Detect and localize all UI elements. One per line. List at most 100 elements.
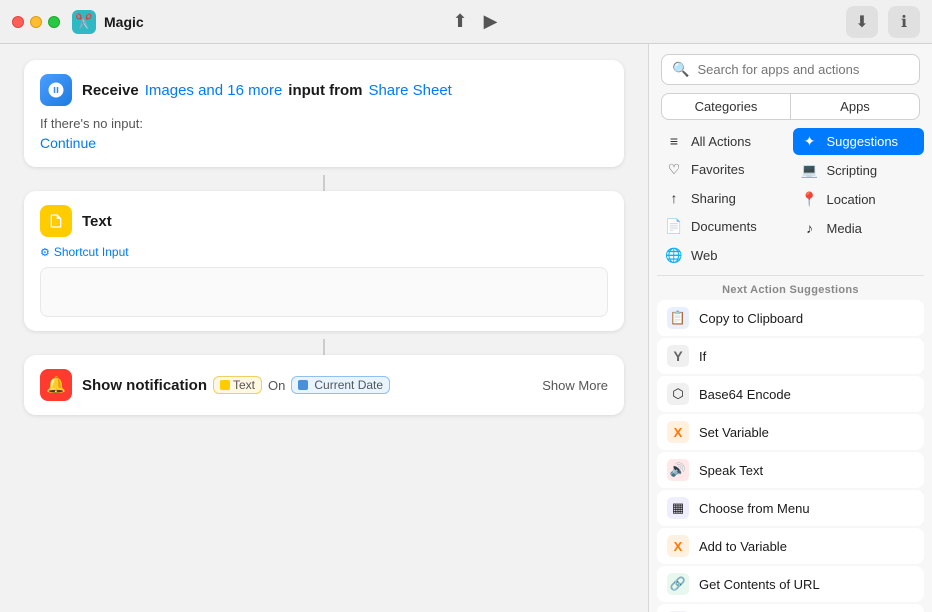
search-input[interactable]: [697, 62, 909, 77]
title-actions: ⬆ ▶: [453, 11, 498, 32]
receive-card: Receive Images and 16 more input from Sh…: [24, 60, 624, 167]
suggestion-copy-to-clipboard[interactable]: 📋 Copy to Clipboard: [657, 300, 924, 336]
play-button[interactable]: ▶: [484, 11, 498, 32]
category-all-actions[interactable]: ≡ All Actions: [657, 128, 789, 154]
search-bar: 🔍: [649, 44, 932, 93]
category-web[interactable]: 🌐 Web: [657, 242, 789, 269]
main-content: Receive Images and 16 more input from Sh…: [0, 44, 932, 612]
date-variable-badge[interactable]: Current Date: [291, 376, 390, 394]
copy-clipboard-icon: 📋: [667, 307, 689, 329]
receive-label: Receive: [82, 82, 139, 99]
connector-1: [323, 175, 325, 191]
add-variable-icon: X: [667, 535, 689, 557]
var-text-label: Text: [233, 378, 255, 392]
set-variable-label: Set Variable: [699, 425, 769, 440]
shortcut-badge: ⚙ Shortcut Input: [40, 245, 608, 259]
shortcut-icon: ⚙: [40, 246, 50, 259]
connector-2: [323, 339, 325, 355]
notification-on-label: On: [268, 378, 285, 393]
sharing-icon: ↑: [665, 190, 683, 206]
var-date-label: Current Date: [314, 378, 383, 392]
suggestion-set-name[interactable]: Ai Set Name: [657, 604, 924, 612]
suggestion-get-url[interactable]: 🔗 Get Contents of URL: [657, 566, 924, 602]
suggestion-base64[interactable]: ⬡ Base64 Encode: [657, 376, 924, 412]
media-icon: ♪: [801, 220, 819, 236]
minimize-button[interactable]: [30, 16, 42, 28]
category-documents[interactable]: 📄 Documents: [657, 213, 789, 240]
search-input-wrapper: 🔍: [661, 54, 920, 85]
get-url-label: Get Contents of URL: [699, 577, 820, 592]
receive-input-link[interactable]: Images and 16 more: [145, 82, 283, 99]
suggestion-choose-from-menu[interactable]: ▦ Choose from Menu: [657, 490, 924, 526]
all-actions-icon: ≡: [665, 133, 683, 149]
traffic-lights: [12, 16, 60, 28]
upload-button[interactable]: ⬆: [453, 11, 468, 32]
media-label: Media: [827, 221, 862, 236]
import-button[interactable]: ⬇: [846, 6, 878, 38]
show-more-button[interactable]: Show More: [542, 378, 608, 393]
location-label: Location: [827, 192, 876, 207]
web-icon: 🌐: [665, 247, 683, 264]
get-url-icon: 🔗: [667, 573, 689, 595]
receive-input-from: input from: [288, 82, 362, 99]
base64-label: Base64 Encode: [699, 387, 791, 402]
no-input-label: If there's no input:: [40, 116, 608, 131]
add-variable-label: Add to Variable: [699, 539, 787, 554]
receive-card-header: Receive Images and 16 more input from Sh…: [40, 74, 608, 106]
maximize-button[interactable]: [48, 16, 60, 28]
set-variable-icon: X: [667, 421, 689, 443]
suggestion-if[interactable]: Y If: [657, 338, 924, 374]
receive-share-sheet[interactable]: Share Sheet: [368, 82, 451, 99]
category-location[interactable]: 📍 Location: [793, 186, 925, 213]
base64-icon: ⬡: [667, 383, 689, 405]
suggestion-set-variable[interactable]: X Set Variable: [657, 414, 924, 450]
receive-title-row: Receive Images and 16 more input from Sh…: [82, 82, 452, 99]
category-suggestions[interactable]: ✦ Suggestions: [793, 128, 925, 155]
if-label: If: [699, 349, 706, 364]
scripting-icon: 💻: [801, 162, 819, 179]
continue-link[interactable]: Continue: [40, 135, 96, 151]
section-divider: [657, 275, 924, 276]
text-variable-badge[interactable]: Text: [213, 376, 262, 394]
notification-label: Show notification: [82, 377, 207, 394]
suggestion-add-to-variable[interactable]: X Add to Variable: [657, 528, 924, 564]
sharing-label: Sharing: [691, 191, 736, 206]
suggestions-icon: ✦: [801, 133, 819, 150]
search-icon: 🔍: [672, 61, 689, 78]
favorites-icon: ♡: [665, 161, 683, 178]
notification-icon: 🔔: [40, 369, 72, 401]
suggestions-header: Next Action Suggestions: [657, 278, 924, 300]
right-panel: 🔍 Categories Apps ≡ All Actions ♡ Favori…: [648, 44, 932, 612]
choose-menu-label: Choose from Menu: [699, 501, 810, 516]
notification-content: Show notification Text On Current Date: [82, 376, 532, 394]
app-icon: ✂️: [72, 10, 96, 34]
speak-text-icon: 🔊: [667, 459, 689, 481]
notification-card: 🔔 Show notification Text On Current Date…: [24, 355, 624, 415]
scripting-label: Scripting: [827, 163, 878, 178]
title-bar: ✂️ Magic ⬆ ▶ ⬇ ℹ: [0, 0, 932, 44]
category-sharing[interactable]: ↑ Sharing: [657, 185, 789, 211]
info-button[interactable]: ℹ: [888, 6, 920, 38]
workflow-panel: Receive Images and 16 more input from Sh…: [0, 44, 648, 612]
shortcut-label: Shortcut Input: [54, 245, 129, 259]
close-button[interactable]: [12, 16, 24, 28]
category-section: ≡ All Actions ♡ Favorites ↑ Sharing 📄 Do…: [649, 128, 932, 269]
if-icon: Y: [667, 345, 689, 367]
categories-toggle-button[interactable]: Categories: [661, 93, 791, 120]
category-col-left: ≡ All Actions ♡ Favorites ↑ Sharing 📄 Do…: [657, 128, 789, 269]
category-scripting[interactable]: 💻 Scripting: [793, 157, 925, 184]
category-media[interactable]: ♪ Media: [793, 215, 925, 241]
category-col-right: ✦ Suggestions 💻 Scripting 📍 Location ♪ M…: [793, 128, 925, 269]
all-actions-label: All Actions: [691, 134, 751, 149]
text-card-label: Text: [82, 213, 112, 230]
category-apps-toggle: Categories Apps: [649, 93, 932, 128]
toolbar-right: ⬇ ℹ: [846, 6, 920, 38]
choose-menu-icon: ▦: [667, 497, 689, 519]
category-favorites[interactable]: ♡ Favorites: [657, 156, 789, 183]
apps-toggle-button[interactable]: Apps: [791, 93, 920, 120]
receive-icon: [40, 74, 72, 106]
suggestion-speak-text[interactable]: 🔊 Speak Text: [657, 452, 924, 488]
text-card-header: Text: [40, 205, 608, 237]
text-icon: [40, 205, 72, 237]
app-title: Magic: [104, 14, 453, 30]
